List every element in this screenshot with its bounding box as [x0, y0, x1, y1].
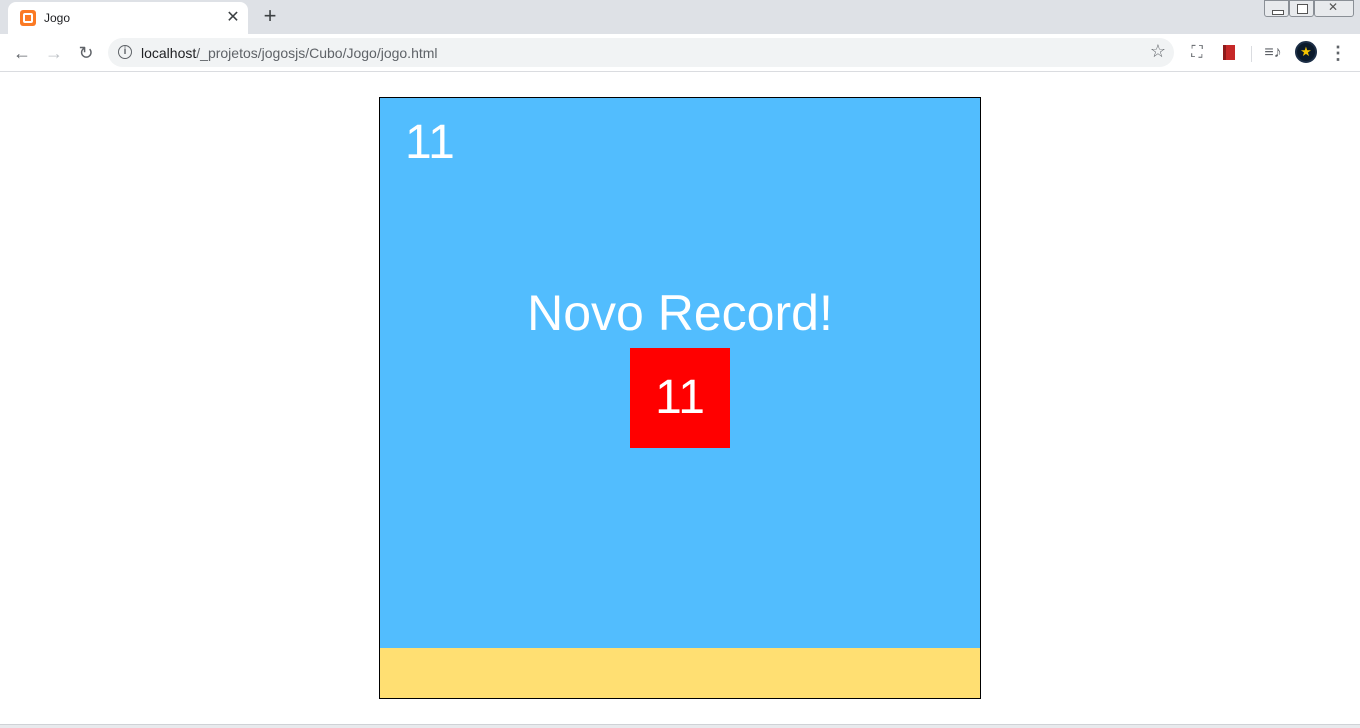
- xampp-icon: [20, 10, 36, 26]
- browser-toolbar: ← → ↻ i localhost/_projetos/jogosjs/Cubo…: [0, 34, 1360, 72]
- screenshot-extension-icon[interactable]: ⛶: [1186, 42, 1208, 64]
- new-record-message: Novo Record!: [527, 285, 833, 341]
- menu-dots-icon[interactable]: ⋮: [1328, 42, 1348, 64]
- profile-avatar[interactable]: ★: [1295, 41, 1317, 63]
- tab-title: Jogo: [44, 11, 71, 25]
- window-close-button[interactable]: [1314, 0, 1354, 17]
- back-arrow-icon[interactable]: ←: [10, 41, 34, 65]
- address-bar[interactable]: i localhost/_projetos/jogosjs/Cubo/Jogo/…: [108, 38, 1174, 67]
- book-extension-icon[interactable]: [1218, 42, 1240, 64]
- forward-arrow-icon[interactable]: →: [42, 41, 66, 65]
- window-bottom-edge: [0, 724, 1360, 728]
- media-control-icon[interactable]: ≡♪: [1262, 42, 1284, 64]
- game-canvas[interactable]: 11 Novo Record! 11: [379, 97, 981, 699]
- window-restore-button[interactable]: [1289, 0, 1314, 17]
- tab-strip: Jogo ✕ +: [0, 0, 1360, 34]
- score-counter: 11: [405, 116, 455, 169]
- bookmark-star-icon[interactable]: ☆: [1150, 41, 1166, 62]
- browser-tab[interactable]: Jogo ✕: [8, 2, 248, 34]
- record-box: 11: [630, 348, 730, 448]
- toolbar-divider: [1251, 46, 1252, 62]
- reload-icon[interactable]: ↻: [74, 41, 98, 65]
- site-info-icon[interactable]: i: [118, 45, 132, 59]
- tab-close-icon[interactable]: ✕: [224, 9, 242, 27]
- url-text[interactable]: localhost/_projetos/jogosjs/Cubo/Jogo/jo…: [141, 45, 438, 61]
- new-tab-button[interactable]: +: [258, 5, 282, 29]
- window-minimize-button[interactable]: [1264, 0, 1289, 17]
- ground-strip: [380, 648, 980, 698]
- url-host: localhost: [141, 45, 197, 61]
- url-path: /_projetos/jogosjs/Cubo/Jogo/jogo.html: [196, 45, 438, 61]
- page-content: 11 Novo Record! 11: [0, 72, 1360, 724]
